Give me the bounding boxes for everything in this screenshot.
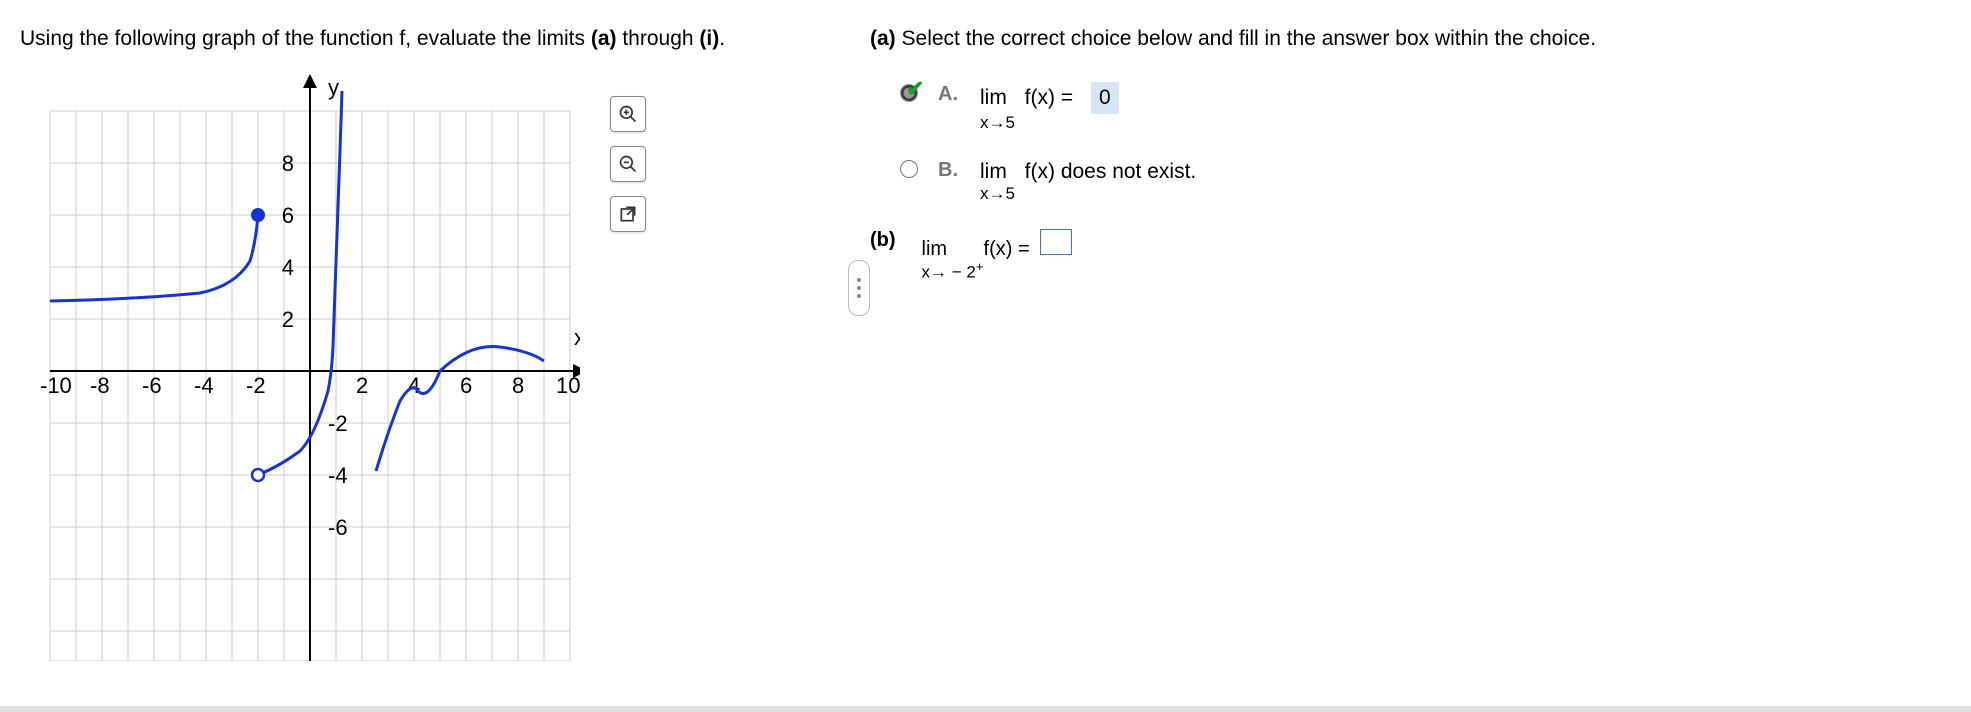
svg-text:-4: -4 (194, 373, 214, 398)
svg-text:-2: -2 (246, 373, 266, 398)
fx-eq: f(x) = (1025, 84, 1073, 111)
zoom-in-button[interactable] (610, 96, 646, 132)
svg-text:8: 8 (512, 373, 524, 398)
choice-a-letter: A. (938, 82, 964, 106)
zoom-out-button[interactable] (610, 146, 646, 182)
popout-icon (618, 204, 638, 224)
panel-expand-handle[interactable] (848, 260, 870, 316)
svg-text:-8: -8 (90, 373, 110, 398)
lim-text: lim (980, 84, 1007, 111)
choice-a-radio-holder[interactable]: ✔ (900, 84, 922, 106)
choice-a-sub: x→5 (980, 112, 1119, 134)
check-icon: ✔ (906, 76, 924, 102)
part-a-prompt: (a) Select the correct choice below and … (870, 24, 1931, 54)
instruction-text: Using the following graph of the functio… (20, 24, 840, 53)
svg-text:y: y (328, 75, 339, 100)
lim-text-b: lim (980, 158, 1007, 185)
part-b-answer-input[interactable] (1040, 229, 1072, 255)
svg-text:x: x (574, 325, 580, 350)
zoom-in-icon (618, 104, 638, 124)
svg-text:-4: -4 (328, 463, 348, 488)
part-b-fx: f(x) = (984, 238, 1030, 261)
svg-text:4: 4 (282, 255, 294, 280)
choice-b-radio[interactable] (900, 160, 918, 178)
choice-b-radio-holder[interactable] (900, 160, 922, 182)
choice-a-row: ✔ A. lim f(x) = 0 x→5 (900, 82, 1931, 133)
svg-text:6: 6 (460, 373, 472, 398)
choice-b-body: lim f(x) does not exist. x→5 (980, 158, 1196, 205)
part-b-lim: lim (922, 238, 964, 261)
choice-b-text: f(x) does not exist. (1025, 158, 1197, 185)
instr-i: (i) (699, 27, 719, 50)
instr-pre: Using the following graph of the functio… (20, 27, 591, 50)
choice-b-sub: x→5 (980, 183, 1196, 205)
svg-text:2: 2 (356, 373, 368, 398)
choice-b-row: B. lim f(x) does not exist. x→5 (900, 158, 1931, 205)
instr-post: . (719, 27, 725, 50)
choice-a-body: lim f(x) = 0 x→5 (980, 82, 1119, 133)
svg-text:-6: -6 (328, 515, 348, 540)
dots-icon (857, 278, 861, 298)
part-a-prompt-text: Select the correct choice below and fill… (896, 27, 1596, 50)
part-b-row: (b) lim f(x) = x→ − 2+ (870, 229, 1931, 283)
bottom-border (0, 706, 1971, 712)
part-b-sub: x→ − 2+ (922, 259, 1072, 283)
graph-container: y x -10 -8 -6 -4 -2 2 4 6 8 10 8 6 4 2 -… (40, 71, 840, 661)
zoom-out-icon (618, 154, 638, 174)
part-b-label: (b) (870, 229, 896, 252)
popout-button[interactable] (610, 196, 646, 232)
svg-text:2: 2 (282, 307, 294, 332)
svg-text:-2: -2 (328, 411, 348, 436)
instr-mid: through (617, 27, 700, 50)
svg-text:6: 6 (282, 203, 294, 228)
instr-a: (a) (591, 27, 617, 50)
svg-text:-10: -10 (40, 373, 72, 398)
svg-text:-6: -6 (142, 373, 162, 398)
part-b-sub-text: x→ − 2 (922, 263, 976, 282)
function-graph: y x -10 -8 -6 -4 -2 2 4 6 8 10 8 6 4 2 -… (40, 71, 580, 661)
part-a-label: (a) (870, 27, 896, 50)
svg-text:10: 10 (556, 373, 580, 398)
choice-a-answer[interactable]: 0 (1091, 82, 1119, 113)
part-b-sup: + (976, 259, 984, 274)
choice-b-letter: B. (938, 158, 964, 182)
svg-text:4: 4 (408, 373, 420, 398)
svg-text:8: 8 (282, 151, 294, 176)
